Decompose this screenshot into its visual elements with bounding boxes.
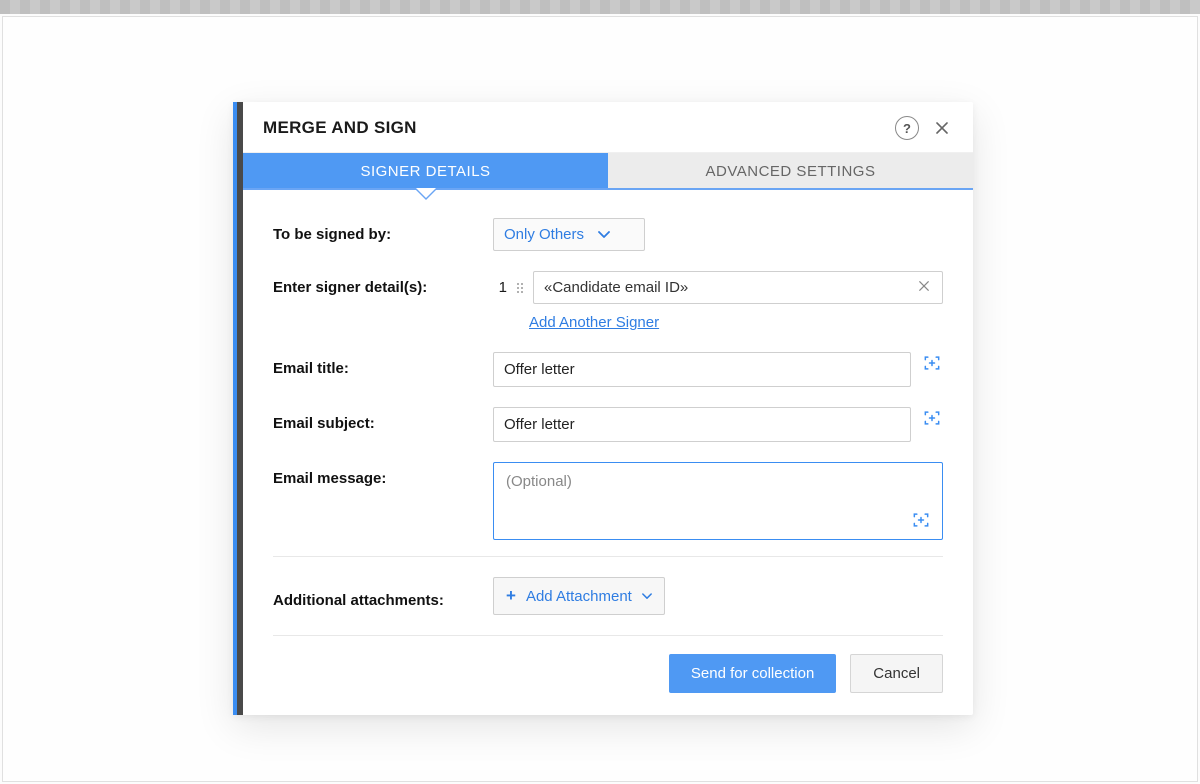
page-frame: MERGE AND SIGN ? SIGNER DETAILS ADVANCED… [2, 16, 1198, 782]
signed-by-value: Only Others [504, 226, 584, 243]
signer-email-field[interactable] [542, 278, 914, 297]
insert-merge-field-icon[interactable] [921, 352, 943, 374]
drag-handle-icon[interactable] [515, 283, 525, 293]
signer-details-label: Enter signer detail(s): [273, 271, 493, 296]
merge-and-sign-dialog: MERGE AND SIGN ? SIGNER DETAILS ADVANCED… [233, 102, 973, 715]
signed-by-select[interactable]: Only Others [493, 218, 645, 251]
insert-merge-field-icon[interactable] [910, 509, 932, 531]
email-message-field-wrap [493, 462, 943, 540]
tab-advanced-settings[interactable]: ADVANCED SETTINGS [608, 153, 973, 188]
signer-index: 1 [493, 279, 507, 296]
tab-bar: SIGNER DETAILS ADVANCED SETTINGS [243, 153, 973, 190]
tab-signer-details[interactable]: SIGNER DETAILS [243, 153, 608, 188]
dialog-header: MERGE AND SIGN ? [243, 102, 973, 153]
help-icon[interactable]: ? [895, 116, 919, 140]
email-message-label: Email message: [273, 462, 493, 487]
clear-signer-icon[interactable] [914, 279, 934, 297]
email-title-label: Email title: [273, 352, 493, 377]
signed-by-label: To be signed by: [273, 218, 493, 243]
dialog-footer: Send for collection Cancel [273, 635, 943, 715]
decorative-pattern-strip [0, 0, 1200, 14]
cancel-button[interactable]: Cancel [850, 654, 943, 693]
plus-icon: + [506, 586, 516, 606]
email-title-field[interactable] [493, 352, 911, 387]
chevron-down-icon [642, 589, 652, 603]
send-for-collection-button[interactable]: Send for collection [669, 654, 836, 693]
email-message-field[interactable] [504, 471, 932, 509]
add-another-signer-link[interactable]: Add Another Signer [529, 314, 659, 331]
add-attachment-button[interactable]: + Add Attachment [493, 577, 665, 615]
dialog-title: MERGE AND SIGN [263, 118, 417, 138]
add-attachment-label: Add Attachment [526, 588, 632, 605]
signer-email-field-wrap [533, 271, 943, 304]
chevron-down-icon [598, 226, 610, 243]
email-subject-label: Email subject: [273, 407, 493, 432]
close-icon[interactable] [931, 117, 953, 139]
form-area: To be signed by: Only Others [243, 190, 973, 552]
email-subject-field[interactable] [493, 407, 911, 442]
insert-merge-field-icon[interactable] [921, 407, 943, 429]
attachments-label: Additional attachments: [273, 584, 493, 609]
